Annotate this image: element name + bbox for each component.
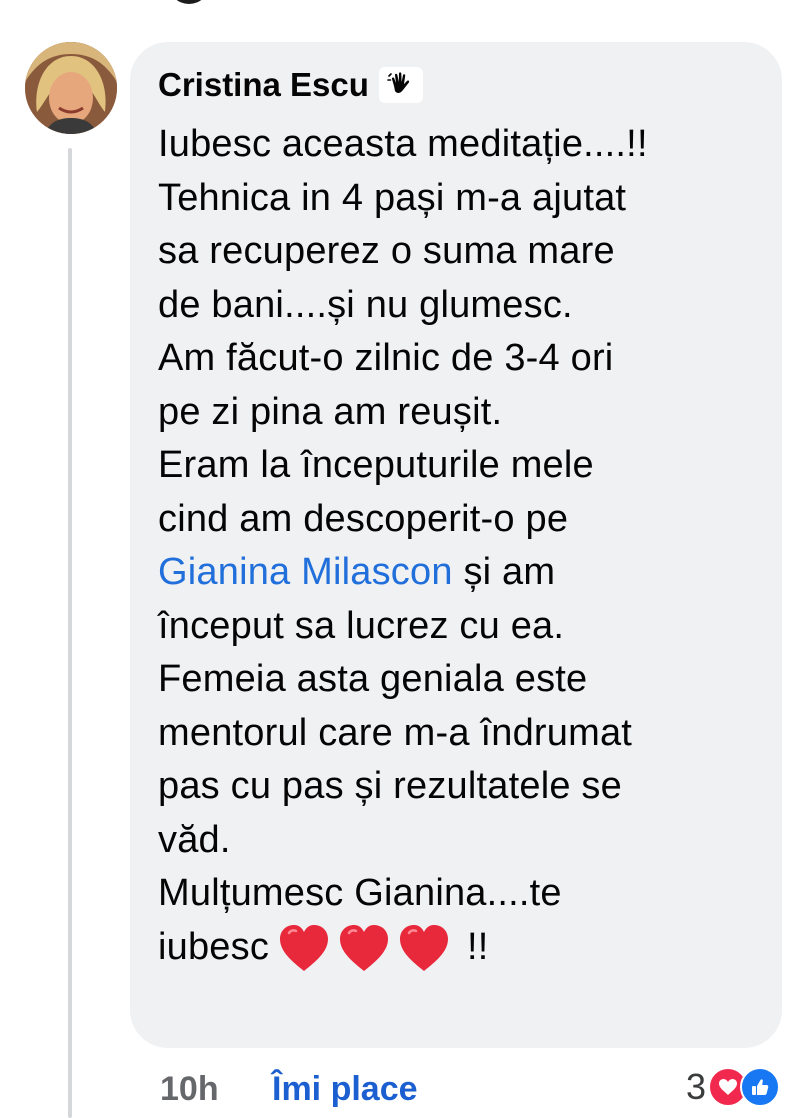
comment-line: cind am descoperit-o pe — [158, 497, 569, 540]
heart-icon — [400, 925, 449, 972]
comment-line: pe zi pina am reușit. — [158, 390, 503, 433]
timestamp[interactable]: 10h — [160, 1070, 219, 1109]
comment-line: Iubesc aceasta meditație....!! — [158, 123, 648, 165]
hearts — [275, 921, 453, 975]
thread-line — [68, 148, 72, 1118]
avatar[interactable] — [25, 42, 117, 134]
comment-line: pas cu pas și rezultatele se — [158, 765, 622, 807]
author-name[interactable]: Cristina Escu — [158, 66, 369, 104]
last-line-prefix: iubesc — [158, 925, 270, 968]
wave-hand-icon — [378, 67, 423, 103]
comment-line: Mulțumesc Gianina....te — [158, 872, 562, 914]
comment-line: Eram la începuturile mele — [158, 444, 594, 486]
comment-footer: 10h Îmi place 3 — [160, 1066, 780, 1116]
comment-line: sa recuperez o suma mare — [158, 230, 615, 272]
heart-icon — [340, 925, 389, 972]
comment-line-mention: Gianina Milascon și am — [158, 546, 758, 600]
reaction-count: 3 — [685, 1066, 706, 1107]
previous-avatar-edge — [168, 0, 210, 4]
comment-bubble: Cristina Escu Iubesc aceasta meditație..… — [130, 42, 782, 1048]
comment-text: Iubesc aceasta meditație....!! Tehnica i… — [158, 118, 758, 975]
mention-link[interactable]: Gianina Milascon — [158, 551, 453, 593]
comment-line: de bani....și nu glumesc. — [158, 283, 573, 326]
comment-line: Femeia asta geniala este — [158, 658, 588, 700]
comment-line: mentorul care m-a îndrumat — [158, 711, 633, 754]
heart-icon — [280, 925, 329, 972]
last-line-suffix: !! — [467, 925, 489, 968]
comment-line: început sa lucrez cu ea. — [158, 604, 565, 647]
like-reaction-icon — [740, 1067, 780, 1107]
comment-line-last: iubesc!! — [158, 921, 758, 976]
comment-line: Am făcut-o zilnic de 3-4 ori — [158, 337, 614, 379]
like-button[interactable]: Îmi place — [272, 1070, 418, 1109]
comment-line: văd. — [158, 818, 231, 861]
mention-suffix: și am — [452, 551, 556, 593]
comment-line: Tehnica in 4 pași m-a ajutat — [158, 176, 627, 219]
reactions-summary[interactable]: 3 — [686, 1066, 780, 1108]
